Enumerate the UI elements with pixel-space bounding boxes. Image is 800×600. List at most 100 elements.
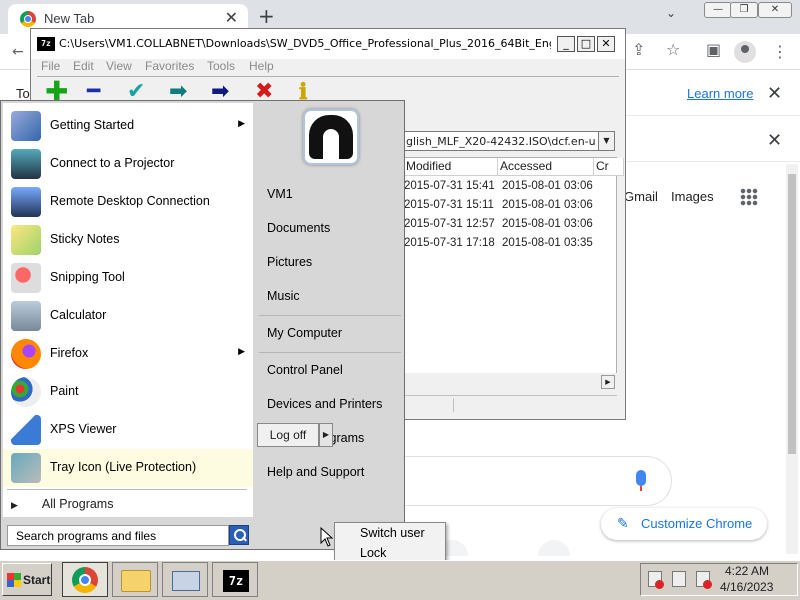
volume-muted-icon[interactable] (696, 571, 712, 589)
log-off-button[interactable]: Log off (257, 423, 319, 447)
program-getting-started[interactable]: Getting Started ▶ (3, 107, 253, 145)
google-search-box[interactable] (400, 456, 672, 506)
back-icon[interactable]: ← (12, 44, 24, 60)
program-snipping-tool[interactable]: Snipping Tool (3, 259, 253, 297)
column-created[interactable]: Cr (594, 158, 624, 176)
shortcut-tile[interactable] (538, 540, 570, 556)
table-cell-modified[interactable]: 2015-07-31 12:57 (404, 218, 495, 230)
program-remote-desktop[interactable]: Remote Desktop Connection (3, 183, 253, 221)
program-label: Snipping Tool (50, 270, 125, 284)
firefox-icon (11, 339, 41, 369)
sevenzip-maximize-button[interactable]: □ (577, 36, 595, 52)
search-icon[interactable] (229, 525, 249, 545)
program-paint[interactable]: Paint (3, 373, 253, 411)
voice-search-icon[interactable] (636, 470, 646, 491)
menu-control-panel[interactable]: Control Panel (267, 363, 343, 377)
new-tab-button[interactable]: + (258, 4, 275, 28)
infobar-secondary-close-icon[interactable]: ✕ (767, 130, 782, 151)
all-programs-arrow-icon: ▶ (11, 500, 18, 510)
getting-started-icon (11, 111, 41, 141)
learn-more-link[interactable]: Learn more (687, 86, 753, 101)
sevenzip-hscrollbar[interactable]: ▶ (403, 373, 617, 391)
bookmark-star-icon[interactable]: ☆ (666, 40, 680, 59)
action-center-icon[interactable] (672, 571, 686, 587)
program-sticky-notes[interactable]: Sticky Notes (3, 221, 253, 259)
table-cell-accessed[interactable]: 2015-08-01 03:35 (502, 237, 593, 249)
scroll-right-icon[interactable]: ▶ (601, 375, 615, 389)
profile-avatar-icon[interactable] (734, 41, 756, 63)
mouse-cursor-icon (320, 527, 334, 547)
sevenzip-address-bar[interactable]: glish_MLF_X20-42432.ISO\dcf.en-us\ ▼ (403, 131, 615, 151)
mute-badge-icon (703, 580, 712, 589)
chrome-icon (72, 567, 98, 593)
sevenzip-file-list[interactable]: Modified Accessed Cr 2015-07-31 15:41 20… (403, 157, 624, 389)
google-apps-icon[interactable] (740, 188, 758, 206)
taskbar-explorer[interactable] (112, 562, 158, 597)
right-separator (259, 315, 401, 316)
clock-time[interactable]: 4:22 AM (725, 564, 769, 578)
sevenzip-close-button[interactable]: ✕ (597, 36, 615, 52)
user-avatar[interactable] (303, 109, 359, 165)
minimize-button[interactable]: — (704, 2, 732, 18)
table-cell-accessed[interactable]: 2015-08-01 03:06 (502, 218, 593, 230)
sevenzip-minimize-button[interactable]: _ (557, 36, 575, 52)
customize-chrome-button[interactable]: ✎ Customize Chrome (601, 508, 767, 540)
chrome-menu-icon[interactable]: ⋮ (772, 42, 788, 61)
images-link[interactable]: Images (671, 189, 714, 204)
column-modified[interactable]: Modified (404, 158, 498, 176)
start-menu-programs: Getting Started ▶ Connect to a Projector… (3, 103, 253, 517)
address-text: glish_MLF_X20-42432.ISO\dcf.en-us\ (406, 135, 596, 148)
user-picture-icon (309, 115, 353, 159)
menu-my-computer[interactable]: My Computer (267, 326, 342, 340)
program-xps-viewer[interactable]: XPS Viewer (3, 411, 253, 449)
menu-pictures[interactable]: Pictures (267, 255, 312, 269)
lock-item[interactable]: Lock (360, 546, 386, 560)
start-search-input[interactable]: Search programs and files (7, 525, 229, 546)
table-cell-modified[interactable]: 2015-07-31 15:11 (404, 199, 494, 211)
program-calculator[interactable]: Calculator (3, 297, 253, 335)
paint-icon (11, 377, 41, 407)
gmail-link[interactable]: Gmail (624, 189, 658, 204)
side-panel-icon[interactable]: ▣ (706, 40, 721, 59)
table-cell-modified[interactable]: 2015-07-31 15:41 (404, 180, 495, 192)
log-off-options-button[interactable]: ▶ (319, 423, 333, 447)
table-cell-modified[interactable]: 2015-07-31 17:18 (404, 237, 495, 249)
taskbar-sevenzip[interactable]: 7z (212, 562, 258, 597)
menu-documents[interactable]: Documents (267, 221, 330, 235)
table-cell-accessed[interactable]: 2015-08-01 03:06 (502, 199, 593, 211)
program-connect-projector[interactable]: Connect to a Projector (3, 145, 253, 183)
start-button[interactable]: Start (2, 563, 52, 596)
menu-edit[interactable]: Edit (73, 59, 94, 73)
close-button[interactable]: ✕ (758, 2, 792, 18)
address-dropdown-icon[interactable]: ▼ (598, 132, 614, 150)
program-firefox[interactable]: Firefox ▶ (3, 335, 253, 373)
remote-desktop-icon (11, 187, 41, 217)
menu-file[interactable]: File (41, 59, 60, 73)
menu-tools[interactable]: Tools (207, 59, 235, 73)
clock-date[interactable]: 4/16/2023 (720, 580, 773, 594)
all-programs-label: All Programs (41, 497, 114, 511)
taskbar-chrome[interactable] (62, 562, 108, 597)
network-alert-icon[interactable] (648, 571, 664, 589)
infobar-close-icon[interactable]: ✕ (767, 83, 782, 104)
tab-search-chevron-icon[interactable]: ⌄ (666, 6, 676, 20)
table-cell-accessed[interactable]: 2015-08-01 03:06 (502, 180, 593, 192)
taskbar-keyboard[interactable] (162, 562, 208, 597)
program-tray-icon[interactable]: Tray Icon (Live Protection) (3, 449, 253, 487)
menu-view[interactable]: View (106, 59, 132, 73)
share-icon[interactable]: ⇪ (632, 40, 645, 59)
restore-button[interactable]: ❐ (730, 2, 758, 18)
menu-user-folder[interactable]: VM1 (267, 187, 293, 201)
menu-music[interactable]: Music (267, 289, 300, 303)
menu-favorites[interactable]: Favorites (145, 59, 194, 73)
sevenzip-titlebar[interactable]: 7z C:\Users\VM1.COLLABNET\Downloads\SW_D… (31, 29, 625, 59)
tab-close-icon[interactable]: ✕ (225, 8, 238, 27)
menu-devices-printers[interactable]: Devices and Printers (267, 397, 382, 411)
menu-help-support[interactable]: Help and Support (267, 465, 364, 479)
menu-help[interactable]: Help (249, 59, 274, 73)
switch-user-item[interactable]: Switch user (360, 526, 425, 540)
page-scrollbar[interactable] (786, 164, 798, 554)
column-accessed[interactable]: Accessed (498, 158, 594, 176)
scrollbar-thumb[interactable] (788, 174, 796, 454)
all-programs-button[interactable]: ▶ All Programs (11, 497, 113, 511)
